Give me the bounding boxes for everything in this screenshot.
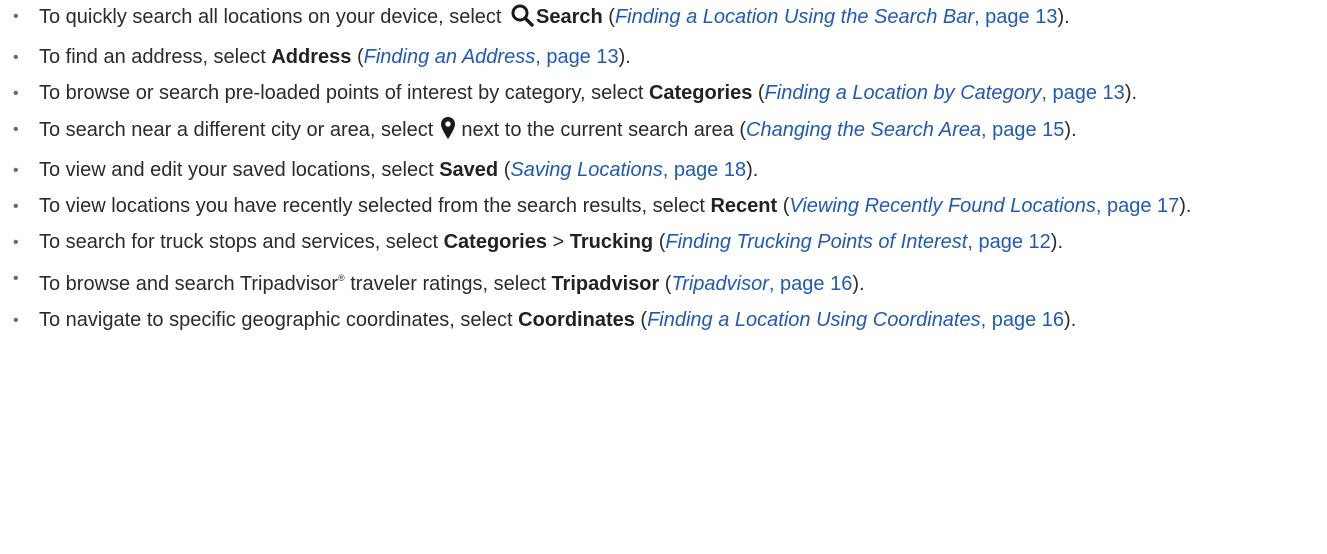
paren-close: ). [852, 273, 865, 295]
paren-close: ). [1124, 82, 1138, 104]
page-reference-link[interactable]: , page 13 [535, 46, 618, 68]
search-label: Search [536, 6, 603, 28]
paren-open: ( [351, 46, 364, 68]
list-item: • To search for truck stops and services… [0, 229, 1319, 256]
item-text: To navigate to specific geographic coord… [39, 309, 519, 331]
bullet: • [13, 198, 19, 215]
item-text-continued: traveler ratings, select [344, 273, 552, 295]
cross-reference-link[interactable]: Finding a Location by Category [765, 82, 1042, 104]
address-label: Address [271, 46, 352, 68]
bullet: • [13, 270, 19, 287]
menu-path-separator: > [546, 231, 570, 253]
trucking-label: Trucking [569, 231, 654, 253]
item-text-continued: next to the current search area ( [455, 119, 746, 141]
item-text: To view and edit your saved locations, s… [39, 159, 440, 181]
recent-label: Recent [710, 195, 778, 217]
list-item: • To search near a different city or are… [0, 116, 1319, 148]
categories-label: Categories [443, 231, 547, 253]
item-text: To view locations you have recently sele… [39, 195, 711, 217]
tripadvisor-label: Tripadvisor [551, 273, 660, 295]
page-reference-link[interactable]: , page 13 [1041, 82, 1124, 104]
search-icon [510, 3, 534, 35]
item-text: To quickly search all locations on your … [39, 6, 508, 28]
bullet: • [13, 8, 19, 25]
paren-close: ). [618, 46, 631, 68]
paren-open: ( [498, 159, 511, 181]
bullet: • [13, 49, 19, 66]
list-item: • To browse and search Tripadvisor® trav… [0, 265, 1319, 298]
paren-open: ( [634, 309, 648, 331]
map-pin-icon [440, 116, 456, 148]
item-text: To browse and search Tripadvisor [39, 273, 339, 295]
item-text: To browse or search pre-loaded points of… [39, 82, 649, 104]
categories-label: Categories [648, 82, 753, 104]
cross-reference-link[interactable]: Viewing Recently Found Locations [789, 195, 1095, 217]
cross-reference-link[interactable]: Finding a Location Using the Search Bar [615, 6, 974, 28]
paren-open: ( [653, 231, 666, 253]
paren-close: ). [1064, 119, 1077, 141]
paren-open: ( [659, 273, 672, 295]
item-text: To search near a different city or area,… [39, 119, 439, 141]
cross-reference-link[interactable]: Tripadvisor [671, 273, 768, 295]
cross-reference-link[interactable]: Finding a Location Using Coordinates [647, 309, 981, 331]
list-item: • To view locations you have recently se… [0, 193, 1319, 220]
page-reference-link[interactable]: , page 13 [974, 6, 1057, 28]
bullet: • [13, 234, 19, 251]
paren-open: ( [602, 6, 615, 28]
document-page: • To quickly search all locations on you… [0, 3, 1327, 554]
bullet: • [13, 162, 19, 179]
saved-label: Saved [439, 159, 499, 181]
cross-reference-link[interactable]: Finding an Address [364, 46, 536, 68]
coordinates-label: Coordinates [518, 309, 635, 331]
paren-close: ). [746, 159, 759, 181]
list-item: • To find an address, select Address (Fi… [0, 44, 1319, 71]
cross-reference-link[interactable]: Finding Trucking Points of Interest [665, 231, 967, 253]
paren-close: ). [1179, 195, 1192, 217]
item-text: To search for truck stops and services, … [39, 231, 444, 253]
paren-close: ). [1050, 231, 1063, 253]
page-reference-link[interactable]: , page 16 [981, 309, 1064, 331]
registered-mark: ® [338, 273, 345, 283]
bullet: • [13, 312, 19, 329]
bullet: • [13, 85, 19, 102]
list-item: • To view and edit your saved locations,… [0, 157, 1319, 184]
page-reference-link[interactable]: , page 16 [769, 273, 852, 295]
cross-reference-link[interactable]: Changing the Search Area [746, 119, 981, 141]
list-item: • To browse or search pre-loaded points … [0, 80, 1319, 107]
list-item: • To navigate to specific geographic coo… [0, 307, 1319, 334]
page-reference-link[interactable]: , page 15 [981, 119, 1064, 141]
list-item: • To quickly search all locations on you… [0, 3, 1319, 35]
paren-close: ). [1064, 309, 1077, 331]
paren-close: ). [1057, 6, 1070, 28]
location-search-options-list: • To quickly search all locations on you… [0, 3, 1319, 334]
bullet: • [13, 121, 19, 138]
paren-open: ( [752, 82, 765, 104]
cross-reference-link[interactable]: Saving Locations [510, 159, 662, 181]
page-reference-link[interactable]: , page 17 [1096, 195, 1179, 217]
page-reference-link[interactable]: , page 12 [967, 231, 1050, 253]
page-reference-link[interactable]: , page 18 [663, 159, 746, 181]
item-text: To find an address, select [39, 46, 272, 68]
paren-open: ( [777, 195, 790, 217]
